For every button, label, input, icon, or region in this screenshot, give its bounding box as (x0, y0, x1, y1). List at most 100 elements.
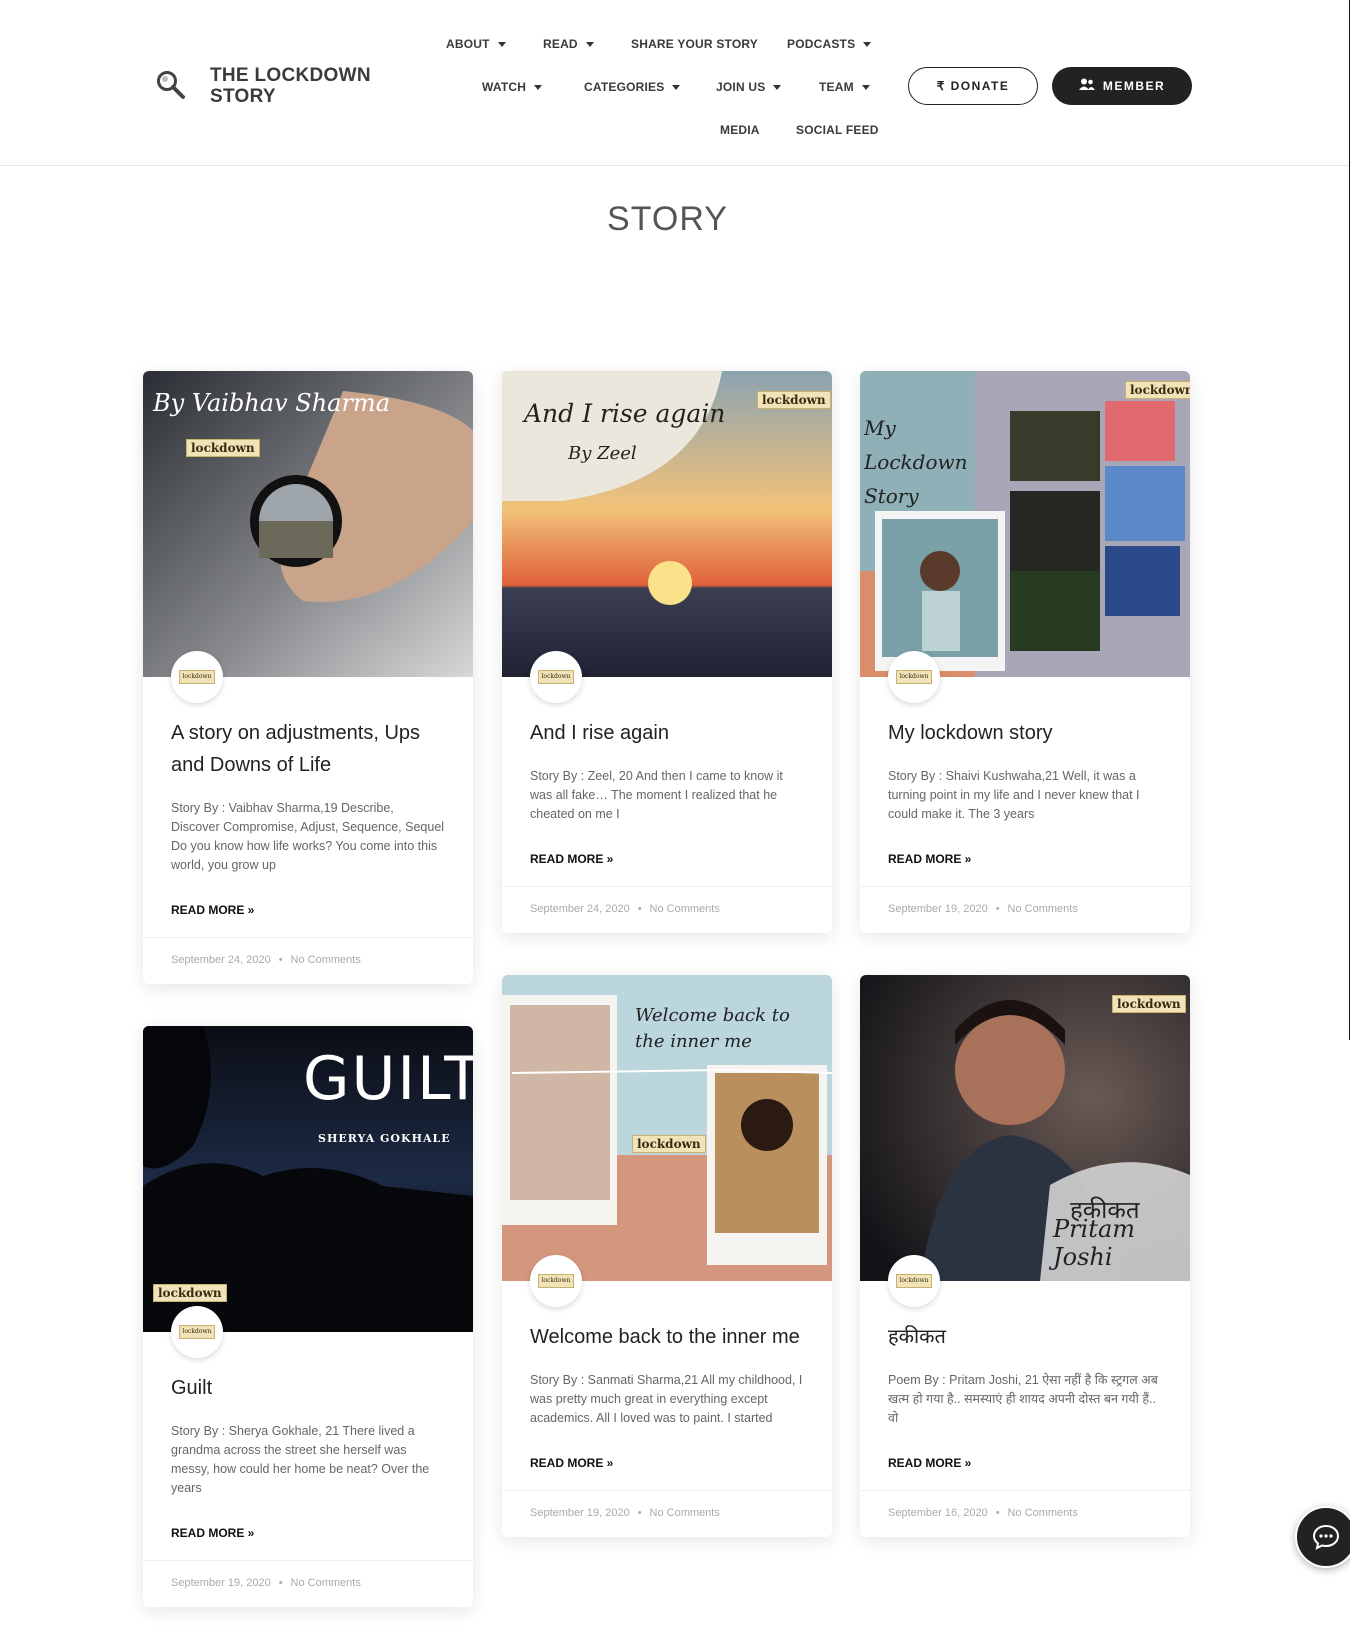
comment-count[interactable]: No Comments (1008, 1507, 1078, 1519)
nav-read[interactable]: READ (543, 37, 594, 51)
nav-media[interactable]: MEDIA (720, 123, 760, 137)
thumbnail-caption: My Lockdown Story (864, 416, 968, 508)
comment-count[interactable]: No Comments (291, 954, 361, 966)
post-date: September 24, 2020 (171, 954, 271, 966)
card-meta: September 19, 2020 • No Comments (143, 1560, 473, 1607)
story-card: My Lockdown Story lockdown lockdown My l… (860, 371, 1190, 933)
post-date: September 19, 2020 (171, 1577, 271, 1589)
story-card: Welcome back to the inner me lockdown lo… (502, 975, 832, 1537)
nav-about[interactable]: ABOUT (446, 37, 506, 51)
card-title[interactable]: हकीकत (888, 1321, 1162, 1353)
card-meta: September 16, 2020 • No Comments (860, 1490, 1190, 1537)
post-date: September 19, 2020 (530, 1507, 630, 1519)
nav-media-label: MEDIA (720, 123, 760, 137)
site-header: THE LOCKDOWN STORY ABOUT READ SHARE YOUR… (0, 0, 1350, 166)
lockdown-logo: lockdown (1112, 995, 1186, 1013)
thumbnail-caption: And I rise again (524, 399, 726, 428)
lockdown-avatar-logo: lockdown (538, 670, 574, 684)
story-card: GUILT SHERYA GOKHALE lockdown lockdown G… (143, 1026, 473, 1607)
lockdown-logo: lockdown (186, 439, 260, 457)
read-more-link[interactable]: READ MORE » (530, 1456, 613, 1470)
separator-dot: • (637, 903, 642, 915)
thumbnail-caption-author: SHERYA GOKHALE (318, 1132, 451, 1145)
story-card: हकीकत Pritam Joshi lockdown lockdown हकी… (860, 975, 1190, 1537)
separator-dot: • (995, 1507, 1000, 1519)
nav-team-label: TEAM (819, 80, 854, 94)
card-meta: September 24, 2020 • No Comments (502, 886, 832, 933)
user-group-icon (1078, 78, 1095, 94)
nav-joinus-label: JOIN US (716, 80, 766, 94)
logo-line-2: STORY (210, 86, 276, 107)
read-more-link[interactable]: READ MORE » (530, 852, 613, 866)
story-card: And I rise again By Zeel lockdown lockdo… (502, 371, 832, 933)
card-excerpt: Story By : Shaivi Kushwaha,21 Well, it w… (888, 769, 1140, 821)
nav-read-label: READ (543, 37, 578, 51)
thumbnail-caption-author: Pritam Joshi (1053, 1215, 1136, 1271)
card-excerpt: Story By : Sherya Gokhale, 21 There live… (171, 1424, 430, 1495)
chevron-down-icon (863, 42, 872, 48)
card-title[interactable]: My lockdown story (888, 717, 1162, 749)
comment-count[interactable]: No Comments (650, 903, 720, 915)
card-meta: September 19, 2020 • No Comments (860, 886, 1190, 933)
card-title[interactable]: And I rise again (530, 717, 804, 749)
card-excerpt: Story By : Sanmati Sharma,21 All my chil… (530, 1373, 803, 1425)
card-title[interactable]: A story on adjustments, Ups and Downs of… (171, 717, 445, 781)
nav-share-label: SHARE YOUR STORY (631, 37, 759, 51)
avatar: lockdown (530, 1255, 582, 1307)
card-thumbnail[interactable]: My Lockdown Story lockdown (860, 371, 1190, 677)
thumbnail-caption: GUILT (303, 1044, 473, 1114)
card-meta: September 19, 2020 • No Comments (502, 1490, 832, 1537)
logo-line-1: THE LOCKDOWN (210, 65, 371, 86)
separator-dot: • (278, 954, 283, 966)
separator-dot: • (995, 903, 1000, 915)
card-thumbnail[interactable]: By Vaibhav Sharma lockdown (143, 371, 473, 677)
read-more-link[interactable]: READ MORE » (888, 1456, 971, 1470)
separator-dot: • (278, 1577, 283, 1589)
card-title[interactable]: Guilt (171, 1372, 445, 1404)
nav-team[interactable]: TEAM (819, 80, 870, 94)
member-button[interactable]: MEMBER (1052, 67, 1192, 105)
nav-categories[interactable]: CATEGORIES (584, 80, 681, 94)
nav-watch[interactable]: WATCH (482, 80, 543, 94)
read-more-link[interactable]: READ MORE » (171, 1526, 254, 1540)
page-title: STORY (607, 200, 728, 238)
nav-watch-label: WATCH (482, 80, 527, 94)
post-date: September 19, 2020 (888, 903, 988, 915)
story-card: By Vaibhav Sharma lockdown lockdown A st… (143, 371, 473, 984)
card-thumbnail[interactable]: And I rise again By Zeel lockdown (502, 371, 832, 677)
comment-count[interactable]: No Comments (291, 1577, 361, 1589)
nav-podcasts[interactable]: PODCASTS (787, 37, 872, 51)
card-excerpt: Story By : Zeel, 20 And then I came to k… (530, 769, 783, 821)
post-date: September 16, 2020 (888, 1507, 988, 1519)
card-thumbnail[interactable]: हकीकत Pritam Joshi lockdown (860, 975, 1190, 1281)
chevron-down-icon (585, 42, 594, 48)
chevron-down-icon (672, 85, 681, 91)
member-label: MEMBER (1102, 79, 1166, 93)
donate-button[interactable]: ₹ DONATE (908, 67, 1038, 105)
card-title[interactable]: Welcome back to the inner me (530, 1321, 804, 1353)
chat-icon[interactable] (1295, 1506, 1350, 1568)
avatar: lockdown (171, 651, 223, 703)
read-more-link[interactable]: READ MORE » (171, 903, 254, 917)
lockdown-avatar-logo: lockdown (896, 670, 932, 684)
nav-social-label: SOCIAL FEED (796, 123, 879, 137)
site-logo[interactable]: THE LOCKDOWN STORY (210, 65, 371, 107)
card-thumbnail[interactable]: Welcome back to the inner me lockdown (502, 975, 832, 1281)
nav-podcasts-label: PODCASTS (787, 37, 856, 51)
comment-count[interactable]: No Comments (1008, 903, 1078, 915)
chevron-down-icon (861, 85, 870, 91)
nav-social-feed[interactable]: SOCIAL FEED (796, 123, 879, 137)
search-icon[interactable] (154, 68, 188, 102)
nav-share-your-story[interactable]: SHARE YOUR STORY (631, 37, 758, 51)
lockdown-logo: lockdown (1125, 381, 1190, 399)
thumbnail-caption: By Vaibhav Sharma (153, 389, 390, 417)
chevron-down-icon (497, 42, 506, 48)
nav-join-us[interactable]: JOIN US (716, 80, 782, 94)
card-thumbnail[interactable]: GUILT SHERYA GOKHALE lockdown (143, 1026, 473, 1332)
nav-about-label: ABOUT (446, 37, 490, 51)
avatar: lockdown (888, 1255, 940, 1307)
comment-count[interactable]: No Comments (650, 1507, 720, 1519)
avatar: lockdown (171, 1306, 223, 1358)
nav-categories-label: CATEGORIES (584, 80, 665, 94)
read-more-link[interactable]: READ MORE » (888, 852, 971, 866)
